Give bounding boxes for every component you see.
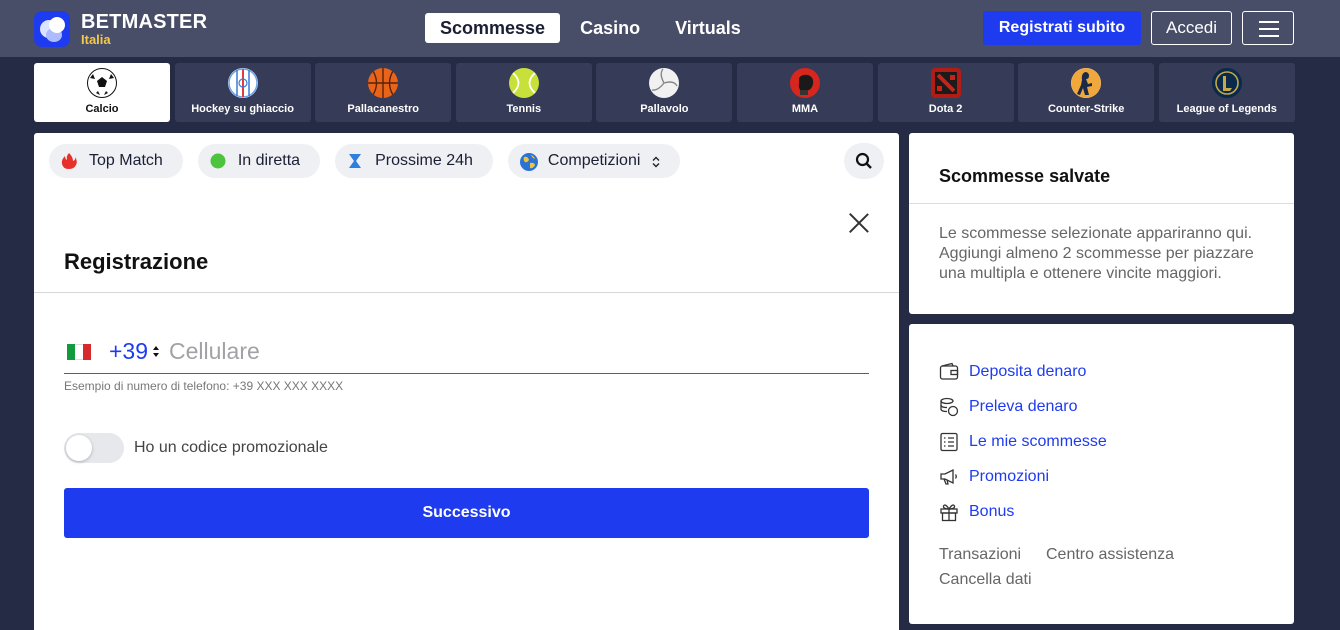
link-label: Bonus xyxy=(969,503,1015,520)
league-of-legends-icon xyxy=(1211,68,1242,98)
search-button[interactable] xyxy=(844,143,884,179)
footer-link-centro-assistenza[interactable]: Centro assistenza xyxy=(1046,546,1174,564)
login-button[interactable]: Accedi xyxy=(1151,11,1232,45)
betmaster-logo-icon xyxy=(34,11,70,47)
sport-tab-league-of-legends[interactable]: League of Legends xyxy=(1158,63,1295,122)
promo-code-toggle[interactable] xyxy=(64,433,124,463)
top-header: BETMASTER Italia Scommesse Casino Virtua… xyxy=(0,0,1340,57)
menu-line xyxy=(1259,35,1279,37)
filter-label: Competizioni xyxy=(547,152,641,169)
betslip-panel: Scommesse salvate Le scommesse seleziona… xyxy=(909,133,1294,314)
flame-icon xyxy=(60,152,78,170)
wallet-icon xyxy=(939,362,959,382)
live-dot-icon xyxy=(209,152,227,170)
italy-flag-icon[interactable] xyxy=(67,343,91,360)
promo-code-label: Ho un codice promozionale xyxy=(134,439,328,456)
search-icon xyxy=(855,152,872,169)
counter-strike-icon xyxy=(1071,68,1102,98)
footer-link-transazioni[interactable]: Transazioni xyxy=(939,546,1021,564)
sport-label: Hockey su ghiaccio xyxy=(191,103,294,115)
brand-name: BETMASTER xyxy=(81,11,208,33)
chevron-updown-icon xyxy=(652,155,660,168)
link-preleva[interactable]: Preleva denaro xyxy=(939,397,1078,417)
megaphone-icon xyxy=(939,467,959,487)
filter-chips: Top Match In diretta Prossime 24h Compet… xyxy=(49,144,695,178)
hourglass-icon xyxy=(346,152,364,170)
sport-tab-mma[interactable]: MMA xyxy=(736,63,873,122)
list-icon xyxy=(939,432,959,452)
basketball-icon xyxy=(368,68,399,98)
country-code-select[interactable]: +39 xyxy=(109,338,148,365)
sport-label: Pallavolo xyxy=(640,103,689,115)
nav-virtuals[interactable]: Virtuals xyxy=(660,13,756,43)
toggle-knob xyxy=(66,435,92,461)
link-mie-scommesse[interactable]: Le mie scommesse xyxy=(939,432,1107,452)
ice-hockey-rink-icon xyxy=(227,68,258,98)
sport-tab-calcio[interactable]: Calcio xyxy=(34,63,170,122)
registration-title: Registrazione xyxy=(64,249,209,274)
globe-icon xyxy=(519,152,538,171)
betslip-divider xyxy=(909,203,1294,204)
hamburger-menu-button[interactable] xyxy=(1242,11,1294,45)
link-label: Deposita denaro xyxy=(969,363,1087,380)
main-panel: Top Match In diretta Prossime 24h Compet… xyxy=(34,133,899,630)
account-links-panel: Deposita denaro Preleva denaro Le mie sc… xyxy=(909,324,1294,624)
register-button[interactable]: Registrati subito xyxy=(983,11,1141,45)
sport-label: Pallacanestro xyxy=(347,103,419,115)
link-label: Le mie scommesse xyxy=(969,433,1107,450)
main-nav: Scommesse Casino Virtuals xyxy=(425,13,756,43)
sports-bar: Calcio Hockey su ghiaccio Pallacanestro xyxy=(34,63,1299,122)
menu-line xyxy=(1259,21,1279,23)
phone-hint: Esempio di numero di telefono: +39 XXX X… xyxy=(64,379,344,393)
filter-label: In diretta xyxy=(237,152,301,169)
footer-link-cancella-dati[interactable]: Cancella dati xyxy=(939,571,1032,589)
sport-tab-pallacanestro[interactable]: Pallacanestro xyxy=(315,63,452,122)
brand-region: Italia xyxy=(81,32,111,47)
nav-casino[interactable]: Casino xyxy=(565,13,655,43)
filter-top-match[interactable]: Top Match xyxy=(49,144,183,178)
betslip-title: Scommesse salvate xyxy=(939,166,1111,186)
phone-field: +39 xyxy=(64,330,869,374)
gift-icon xyxy=(939,502,959,522)
sport-label: League of Legends xyxy=(1176,103,1277,115)
link-label: Preleva denaro xyxy=(969,398,1078,415)
filter-in-diretta[interactable]: In diretta xyxy=(197,144,321,178)
next-button[interactable]: Successivo xyxy=(64,488,869,538)
dota2-logo-icon xyxy=(930,68,961,98)
nav-scommesse[interactable]: Scommesse xyxy=(425,13,561,43)
phone-input[interactable] xyxy=(169,338,770,365)
coins-icon xyxy=(939,397,959,417)
sport-label: Tennis xyxy=(506,103,542,115)
filter-label: Top Match xyxy=(89,152,163,169)
volleyball-icon xyxy=(649,68,680,98)
link-deposita[interactable]: Deposita denaro xyxy=(939,362,1086,382)
filter-prossime-24h[interactable]: Prossime 24h xyxy=(335,144,493,178)
sport-label: Dota 2 xyxy=(928,103,963,115)
mma-glove-icon xyxy=(789,68,820,98)
brand-logo[interactable]: BETMASTER Italia xyxy=(34,11,207,47)
tennis-ball-icon xyxy=(508,68,539,98)
sport-tab-hockey[interactable]: Hockey su ghiaccio xyxy=(174,63,311,122)
sport-label: Calcio xyxy=(85,103,119,115)
sport-label: MMA xyxy=(791,103,819,115)
chevron-updown-icon[interactable] xyxy=(153,345,161,358)
close-icon[interactable] xyxy=(848,212,870,234)
menu-line xyxy=(1259,28,1279,30)
soccer-ball-icon xyxy=(87,68,117,98)
link-label: Promozioni xyxy=(969,468,1050,485)
filter-competizioni[interactable]: Competizioni xyxy=(507,144,681,178)
sport-tab-pallavolo[interactable]: Pallavolo xyxy=(596,63,733,122)
filter-label: Prossime 24h xyxy=(375,152,473,169)
sport-tab-dota2[interactable]: Dota 2 xyxy=(877,63,1014,122)
section-divider xyxy=(34,292,899,293)
link-promozioni[interactable]: Promozioni xyxy=(939,467,1049,487)
sport-tab-counter-strike[interactable]: Counter-Strike xyxy=(1018,63,1155,122)
sport-tab-tennis[interactable]: Tennis xyxy=(455,63,592,122)
sport-label: Counter-Strike xyxy=(1047,103,1125,115)
link-bonus[interactable]: Bonus xyxy=(939,502,1014,522)
betslip-empty-text: Le scommesse selezionate appariranno qui… xyxy=(939,225,1254,282)
